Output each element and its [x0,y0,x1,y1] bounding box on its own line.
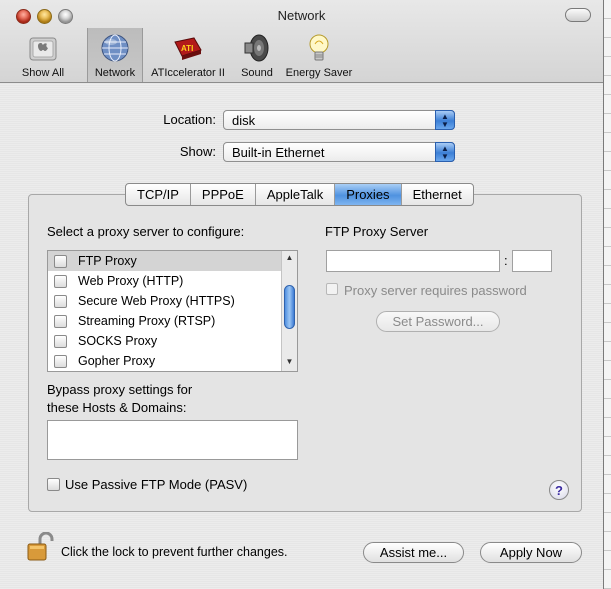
proxy-checkbox[interactable] [54,315,67,328]
lock-text: Click the lock to prevent further change… [61,545,288,559]
window-title: Network [277,8,326,23]
list-item[interactable]: Web Proxy (HTTP) [48,271,297,291]
toolbar-label-network: Network [94,67,136,79]
requires-password-label: Proxy server requires password [344,283,527,298]
popup-arrows-icon: ▲ ▼ [435,142,455,162]
toolbar-network[interactable]: Network [87,28,143,82]
network-preferences-window: Network Show All Network ATI ATIccelerat… [0,0,604,589]
popup-arrows-icon: ▲ ▼ [435,110,455,130]
toolbar-energy-saver[interactable]: Energy Saver [282,28,356,82]
select-proxy-label: Select a proxy server to configure: [47,224,245,239]
show-label: Show: [179,144,216,159]
proxy-checkbox[interactable] [54,255,67,268]
tab-tcpip[interactable]: TCP/IP [126,184,191,205]
speaker-icon [241,32,273,64]
toolbar-aticcelerator[interactable]: ATI ATIccelerator II [145,28,231,82]
tab-appletalk[interactable]: AppleTalk [256,184,336,205]
location-value: disk [232,113,256,128]
lightbulb-icon [303,32,335,64]
location-label: Location: [163,112,216,127]
scroll-up-icon[interactable]: ▲ [282,253,297,267]
proxy-checkbox[interactable] [54,335,67,348]
bypass-label-line1: Bypass proxy settings for [47,382,193,397]
list-item[interactable]: Secure Web Proxy (HTTPS) [48,291,297,311]
list-item-label: Gopher Proxy [78,354,156,368]
show-value: Built-in Ethernet [232,145,325,160]
passive-ftp-checkbox[interactable] [47,478,60,491]
toolbar-label-show-all: Show All [21,67,65,79]
ftp-proxy-server-heading: FTP Proxy Server [325,224,429,239]
help-button[interactable]: ? [549,480,569,500]
toolbar-toggle-button[interactable] [565,8,591,22]
network-globe-icon [99,32,131,64]
show-popup[interactable]: Built-in Ethernet ▲ ▼ [223,142,455,162]
list-item-label: Web Proxy (HTTP) [78,274,184,288]
tab-bar: TCP/IP PPPoE AppleTalk Proxies Ethernet [125,183,474,206]
passive-ftp-label: Use Passive FTP Mode (PASV) [65,477,248,492]
toolbar-sound[interactable]: Sound [234,28,280,82]
apply-now-button[interactable]: Apply Now [480,542,582,563]
location-popup[interactable]: disk ▲ ▼ [223,110,455,130]
ati-icon: ATI [172,32,204,64]
svg-text:ATI: ATI [181,44,193,53]
list-item[interactable]: FTP Proxy [48,251,297,271]
title-bar: Network Show All Network ATI ATIccelerat… [0,0,603,83]
tab-pppoe[interactable]: PPPoE [191,184,256,205]
proxy-checkbox[interactable] [54,275,67,288]
bypass-hosts-field[interactable] [47,420,298,460]
scroll-thumb[interactable] [284,285,295,329]
toolbar-label-aticcelerator: ATIccelerator II [151,67,225,79]
tab-proxies[interactable]: Proxies [335,184,402,205]
list-item-label: SOCKS Proxy [78,334,158,348]
toolbar-label-sound: Sound [241,67,273,79]
toolbar-show-all[interactable]: Show All [14,28,72,82]
proxy-list[interactable]: FTP Proxy Web Proxy (HTTP) Secure Web Pr… [47,250,298,372]
proxy-checkbox[interactable] [54,295,67,308]
list-item[interactable]: Gopher Proxy [48,351,297,371]
proxy-checkbox[interactable] [54,355,67,368]
proxy-port-field[interactable] [512,250,552,272]
set-password-button[interactable]: Set Password... [376,311,500,332]
port-separator: : [504,253,508,268]
scroll-down-icon[interactable]: ▼ [282,357,297,371]
apple-icon [27,32,59,64]
bypass-label-line2: these Hosts & Domains: [47,400,187,415]
toolbar-label-energy-saver: Energy Saver [285,67,353,79]
tab-ethernet[interactable]: Ethernet [402,184,473,205]
assist-me-button[interactable]: Assist me... [363,542,464,563]
list-item-label: FTP Proxy [78,254,137,268]
list-scrollbar[interactable]: ▲ ▼ [281,251,297,371]
list-item[interactable]: Streaming Proxy (RTSP) [48,311,297,331]
list-item-label: Streaming Proxy (RTSP) [78,314,216,328]
proxy-server-field[interactable] [326,250,500,272]
list-item[interactable]: SOCKS Proxy [48,331,297,351]
lock-icon[interactable] [26,531,54,562]
list-item-label: Secure Web Proxy (HTTPS) [78,294,235,308]
requires-password-checkbox[interactable] [326,283,338,295]
